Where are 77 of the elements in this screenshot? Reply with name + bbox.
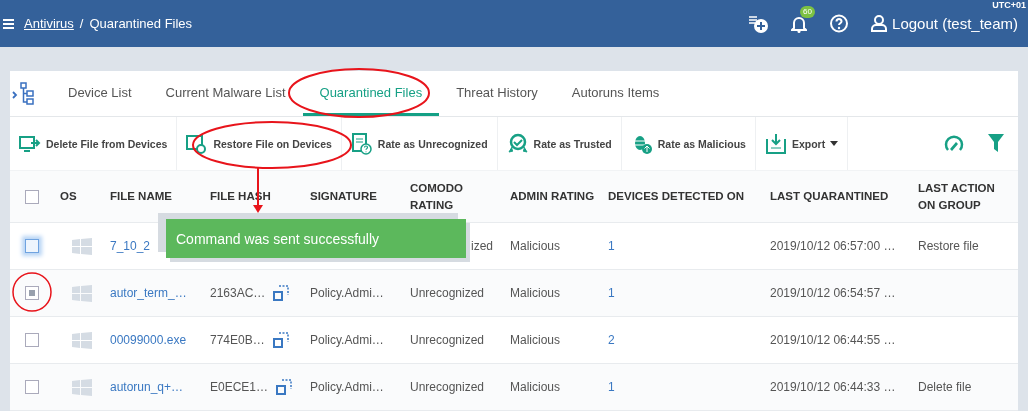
- table-cell: Malicious: [510, 239, 560, 253]
- toolbar-button[interactable]: Rate as Unrecognized: [341, 117, 498, 170]
- table-cell: Unrecognized: [410, 380, 485, 394]
- add-list-icon[interactable]: [749, 14, 770, 33]
- table-cell: E0ECE1…: [210, 380, 269, 394]
- table-cell: Policy.Admi…: [310, 380, 384, 394]
- select-all-checkbox[interactable]: [25, 189, 39, 204]
- filter-icon[interactable]: [988, 133, 1004, 152]
- toolbar-button[interactable]: Rate as Trusted: [497, 117, 622, 170]
- badge-check-icon: [506, 132, 529, 155]
- table-cell: 2019/10/12 06:44:55 …: [770, 333, 896, 347]
- column-header: DEVICES DETECTED ON: [608, 189, 746, 204]
- table-cell: Restore file: [918, 239, 979, 253]
- table-cell: Delete file: [918, 380, 972, 394]
- table-cell: Malicious: [510, 380, 560, 394]
- copy-icon[interactable]: [273, 285, 290, 301]
- device-count-link[interactable]: 1: [608, 286, 615, 300]
- row-checkbox[interactable]: [25, 380, 39, 394]
- copy-icon[interactable]: [276, 379, 293, 395]
- table-cell: Policy.Admi…: [310, 286, 384, 300]
- file-name-link[interactable]: autorun_q+…: [110, 380, 184, 394]
- device-count-link[interactable]: 2: [608, 333, 615, 347]
- windows-icon: [72, 378, 92, 396]
- table-cell: Policy.Admi…: [310, 333, 384, 347]
- tab[interactable]: Current Malware List: [148, 71, 303, 116]
- logout-link[interactable]: Logout (test_team): [871, 15, 1018, 32]
- monitor-refresh-icon: [186, 132, 209, 155]
- help-icon[interactable]: [829, 13, 850, 34]
- tab[interactable]: Threat History: [439, 71, 555, 116]
- file-name-link[interactable]: 7_10_2: [110, 239, 151, 253]
- device-count-link[interactable]: 1: [608, 380, 615, 394]
- table-cell: Unrecognized: [410, 333, 485, 347]
- row-checkbox[interactable]: [25, 286, 39, 300]
- table-cell: 2019/10/12 06:44:33 …: [770, 380, 896, 394]
- toolbar-button[interactable]: Restore File on Devices: [177, 117, 342, 170]
- annotation-circle: [12, 272, 52, 312]
- tree-toggle-icon[interactable]: [12, 81, 36, 106]
- download-tray-icon: [764, 132, 787, 155]
- table-cell: 2019/10/12 06:57:00 …: [770, 239, 896, 253]
- tab[interactable]: Quarantined Files: [302, 71, 440, 116]
- table-cell: 2019/10/12 06:54:57 …: [770, 286, 896, 300]
- toolbar-button[interactable]: Delete File from Devices: [10, 117, 178, 170]
- table-cell: ized: [471, 239, 493, 253]
- table-cell: 2163AC…: [210, 286, 266, 300]
- column-header: SIGNATURE: [310, 189, 378, 204]
- toolbar-button[interactable]: Rate as Malicious: [621, 117, 756, 170]
- timezone-label: UTC+01: [992, 0, 1026, 10]
- toolbar-button[interactable]: Export: [755, 117, 849, 170]
- file-name-link[interactable]: 00099000.exe: [110, 333, 187, 347]
- windows-icon: [72, 237, 92, 255]
- user-icon: [871, 15, 888, 32]
- column-header: COMODO RATING: [410, 180, 465, 213]
- column-header: LAST QUARANTINED: [770, 189, 890, 204]
- breadcrumb-text: Quarantined Files: [89, 16, 193, 31]
- tab[interactable]: Autoruns Items: [554, 71, 677, 116]
- table-cell: Malicious: [510, 286, 560, 300]
- column-header: LAST ACTION ON GROUP: [918, 180, 996, 213]
- row-checkbox[interactable]: [25, 333, 39, 347]
- column-header: OS: [60, 189, 78, 204]
- device-count-link[interactable]: 1: [608, 239, 615, 253]
- table-cell: Malicious: [510, 333, 560, 347]
- windows-icon: [72, 331, 92, 349]
- notification-badge: 60: [800, 5, 815, 18]
- row-checkbox[interactable]: [25, 239, 39, 253]
- tab[interactable]: Device List: [51, 71, 149, 116]
- menu-icon[interactable]: [3, 18, 14, 29]
- breadcrumb-text: /: [79, 16, 84, 31]
- column-header: ADMIN RATING: [510, 189, 596, 204]
- copy-icon[interactable]: [272, 332, 289, 348]
- table-cell: 774E0B…: [210, 333, 265, 347]
- table-cell: Unrecognized: [410, 286, 485, 300]
- file-name-link[interactable]: autor_term_…: [110, 286, 187, 300]
- document-question-icon: [350, 132, 373, 155]
- column-header: FILE NAME: [110, 189, 173, 204]
- windows-icon: [72, 284, 92, 302]
- breadcrumb-link[interactable]: Antivirus: [24, 16, 74, 31]
- bell-icon[interactable]: [791, 14, 808, 33]
